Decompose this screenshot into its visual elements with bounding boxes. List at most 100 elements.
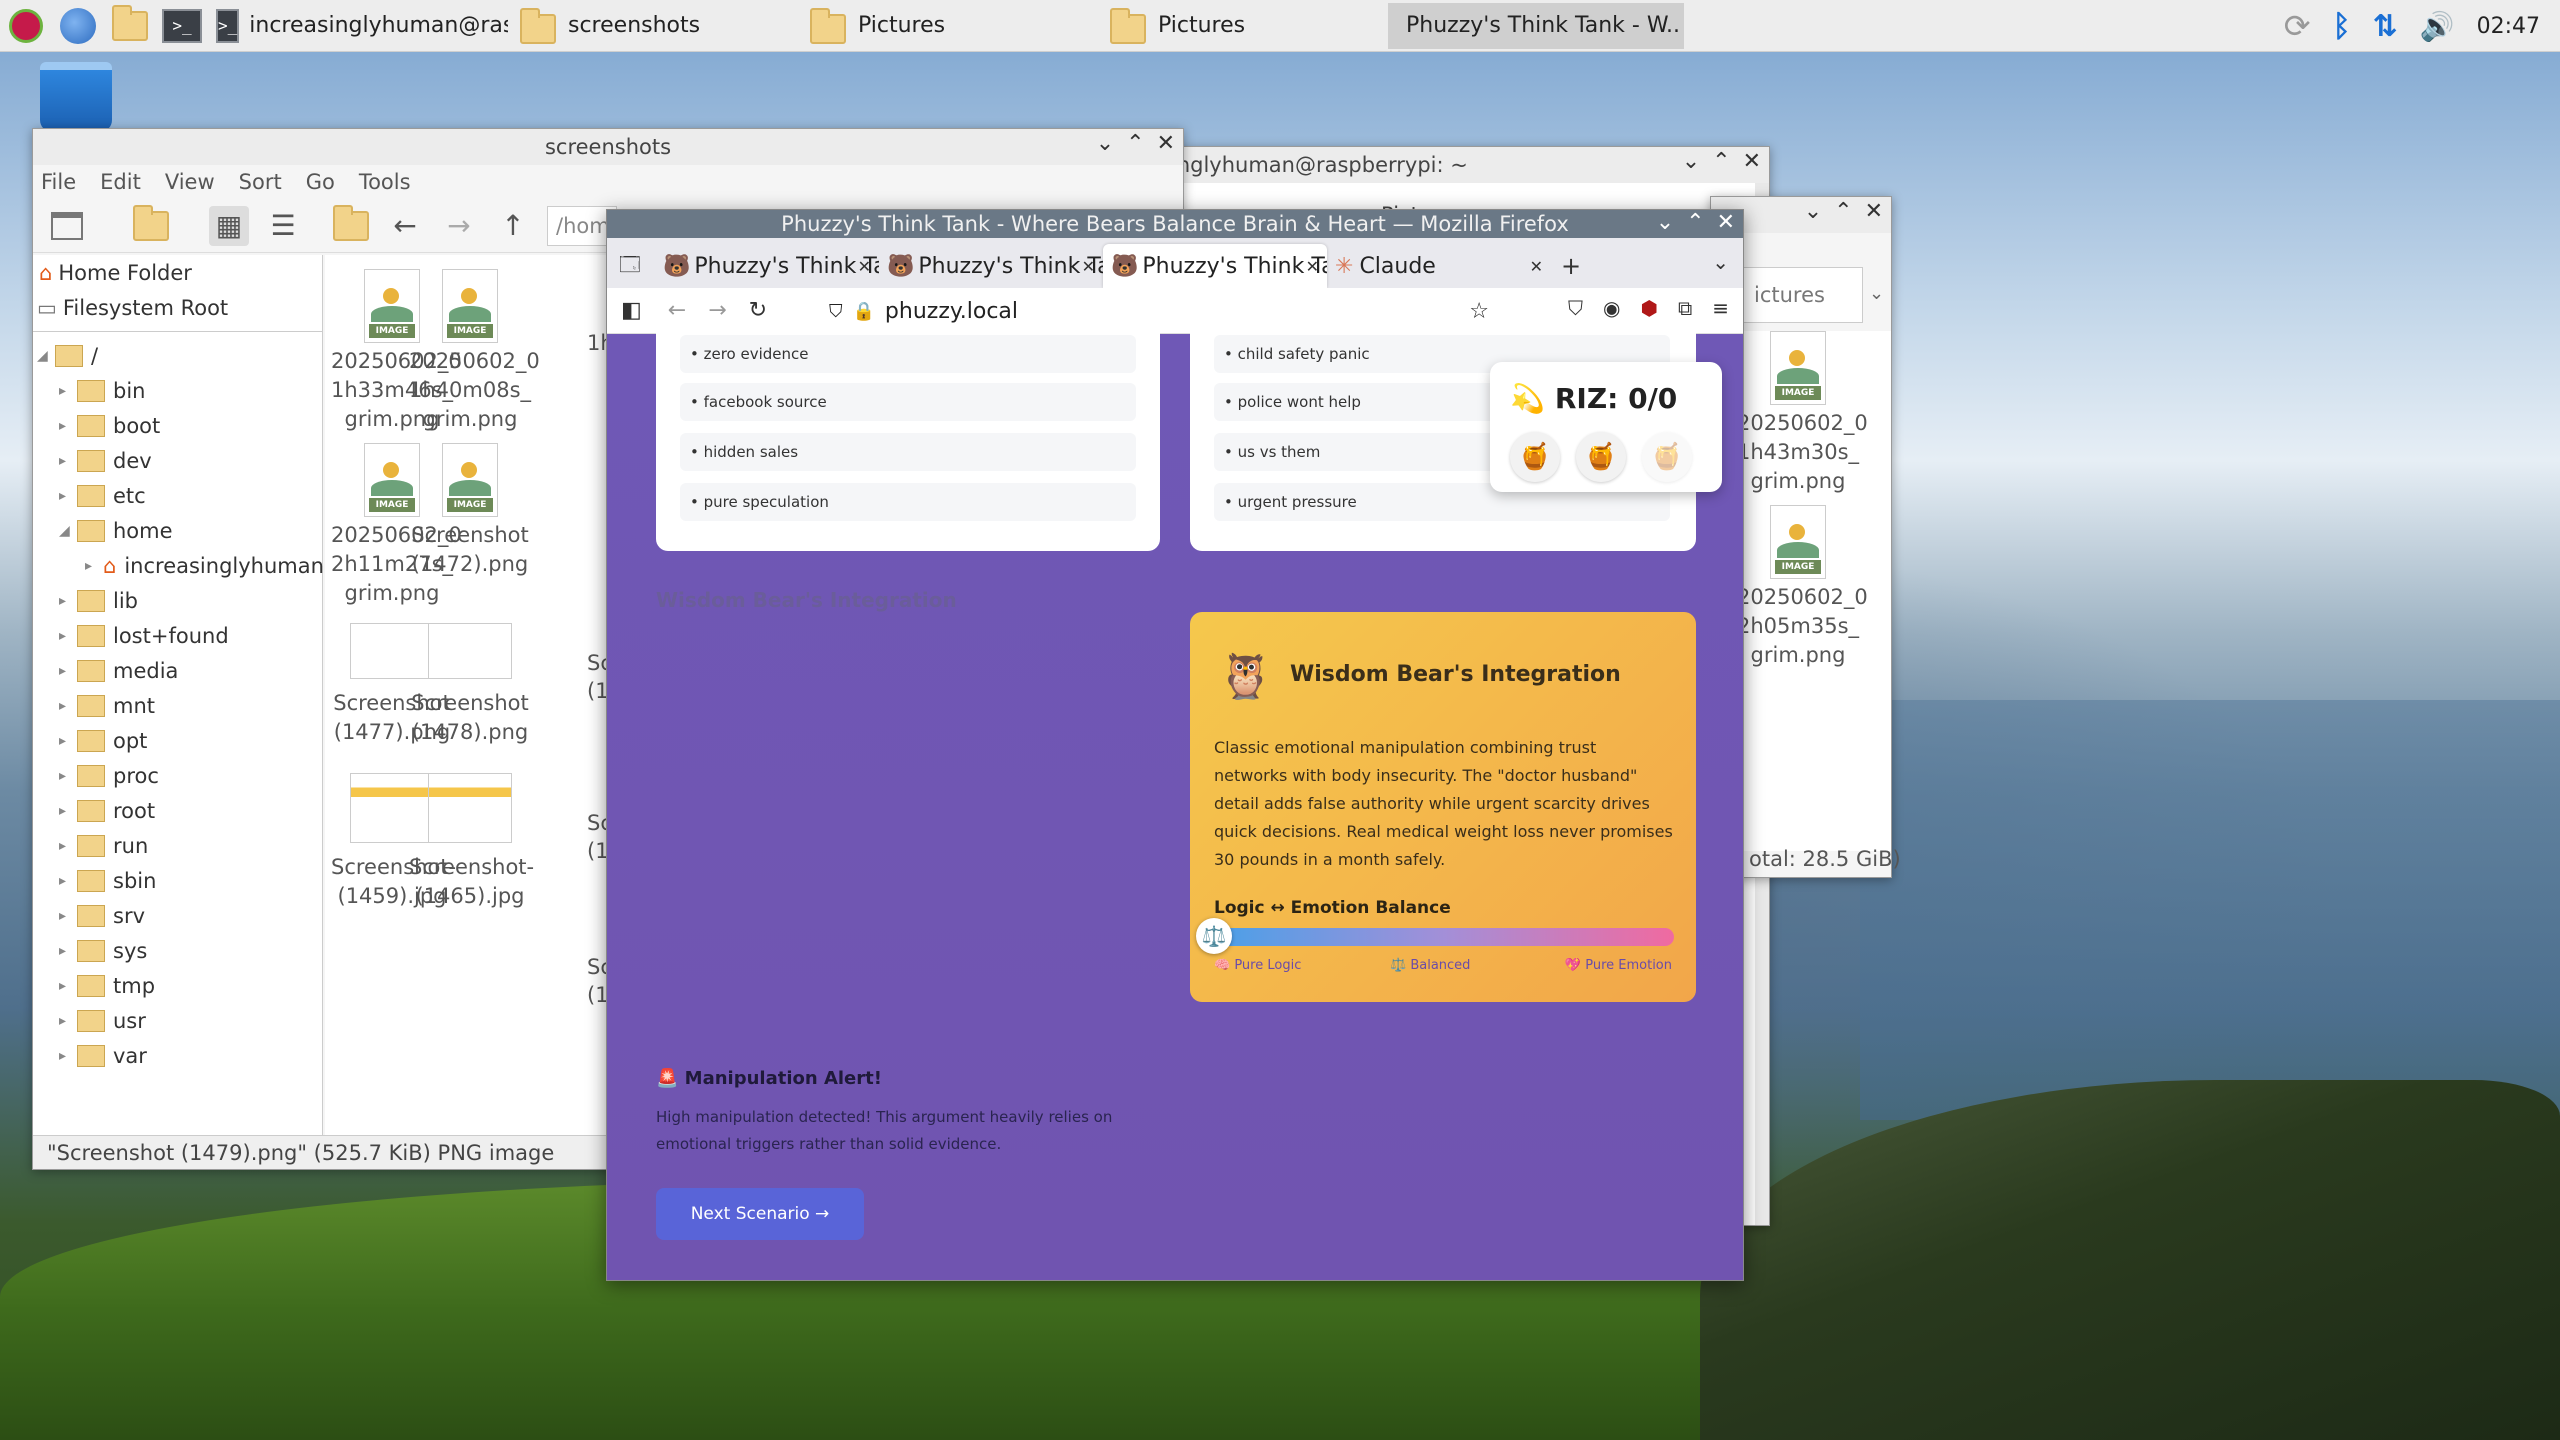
expand-arrow-icon[interactable]: ◢ xyxy=(59,523,77,539)
tree-item-tmp[interactable]: ▸ tmp xyxy=(33,968,322,1003)
close-icon[interactable]: ✕ xyxy=(1865,199,1883,224)
home-icon[interactable] xyxy=(331,204,371,246)
expand-arrow-icon[interactable]: ▸ xyxy=(59,803,77,819)
maximize-icon[interactable]: ⌃ xyxy=(1834,199,1852,224)
trash-icon[interactable] xyxy=(40,62,112,132)
menu-edit[interactable]: Edit xyxy=(100,170,141,194)
minimize-icon[interactable]: ⌄ xyxy=(1682,149,1700,174)
expand-arrow-icon[interactable]: ▸ xyxy=(59,488,77,504)
taskbar-pictures-button[interactable]: Pictures xyxy=(798,3,1098,49)
ublock-icon[interactable]: ⬢ xyxy=(1640,296,1657,320)
tree-item-sbin[interactable]: ▸ sbin xyxy=(33,863,322,898)
menu-sort[interactable]: Sort xyxy=(239,170,282,194)
raspberry-menu-icon[interactable] xyxy=(6,6,46,46)
expand-arrow-icon[interactable]: ▸ xyxy=(59,733,77,749)
chevron-down-icon[interactable]: ⌄ xyxy=(1869,283,1884,304)
close-tab-icon[interactable]: ✕ xyxy=(1530,257,1543,276)
tree-item-lost-found[interactable]: ▸ lost+found xyxy=(33,618,322,653)
expand-arrow-icon[interactable]: ▸ xyxy=(59,978,77,994)
taskbar-terminal-button[interactable]: >_ increasinglyhuman@ras.. xyxy=(208,3,508,49)
close-icon[interactable]: ✕ xyxy=(1743,149,1761,174)
expand-arrow-icon[interactable]: ▸ xyxy=(59,418,77,434)
taskbar-pictures-button-2[interactable]: Pictures xyxy=(1098,3,1388,49)
tree-item-lib[interactable]: ▸ lib xyxy=(33,583,322,618)
list-view-icon[interactable]: ☰ xyxy=(263,206,303,246)
chevron-down-icon[interactable]: ⌄ xyxy=(1712,250,1729,274)
minimize-icon[interactable]: ⌄ xyxy=(1804,199,1822,224)
balance-slider-handle[interactable]: ⚖️ xyxy=(1196,918,1232,954)
tree-item-bin[interactable]: ▸ bin xyxy=(33,373,322,408)
tree-root[interactable]: ◢ / xyxy=(33,338,322,373)
expand-arrow-icon[interactable]: ▸ xyxy=(59,873,77,889)
next-scenario-button[interactable]: Next Scenario → xyxy=(656,1188,864,1240)
expand-arrow-icon[interactable]: ▸ xyxy=(59,838,77,854)
menu-file[interactable]: File xyxy=(41,170,76,194)
bluetooth-icon[interactable]: ᛒ xyxy=(2333,9,2351,44)
tree-item-var[interactable]: ▸ var xyxy=(33,1038,322,1073)
expand-arrow-icon[interactable]: ◢ xyxy=(37,348,55,364)
close-icon[interactable]: ✕ xyxy=(1157,131,1175,156)
maximize-icon[interactable]: ⌃ xyxy=(1712,149,1730,174)
expand-arrow-icon[interactable]: ▸ xyxy=(59,768,77,784)
expand-arrow-icon[interactable]: ▸ xyxy=(85,558,103,574)
up-arrow-icon[interactable]: ↑ xyxy=(493,206,533,246)
account-icon[interactable]: ◉ xyxy=(1603,296,1620,320)
menu-icon[interactable]: ≡ xyxy=(1712,296,1729,320)
bookmark-star-icon[interactable]: ☆ xyxy=(1469,299,1489,324)
close-tab-icon[interactable]: ✕ xyxy=(1306,257,1319,276)
taskbar-firefox-button[interactable]: Phuzzy's Think Tank - W.. xyxy=(1388,2,1684,49)
tree-item-media[interactable]: ▸ media xyxy=(33,653,322,688)
tree-item-dev[interactable]: ▸ dev xyxy=(33,443,322,478)
menu-tools[interactable]: Tools xyxy=(359,170,411,194)
forward-arrow-icon[interactable]: → xyxy=(439,206,479,246)
maximize-icon[interactable]: ⌃ xyxy=(1686,210,1704,235)
extensions-icon[interactable]: ⧉ xyxy=(1678,296,1692,320)
place-filesystem-root[interactable]: ▭ Filesystem Root xyxy=(33,290,322,325)
expand-arrow-icon[interactable]: ▸ xyxy=(59,593,77,609)
taskbar-screenshots-button[interactable]: screenshots xyxy=(508,3,798,49)
expand-arrow-icon[interactable]: ▸ xyxy=(59,453,77,469)
file-item[interactable]: IMAGE 20250602_0 1h43m30s_ grim.png xyxy=(1737,331,1868,496)
expand-arrow-icon[interactable]: ▸ xyxy=(59,1013,77,1029)
clock[interactable]: 02:47 xyxy=(2477,14,2540,39)
place-home-folder[interactable]: ⌂ Home Folder xyxy=(33,255,322,290)
tab-phuzzy-1[interactable]: 🐻 Phuzzy's Think Ta ✕ xyxy=(655,244,879,288)
new-folder-icon[interactable] xyxy=(131,204,171,246)
menu-go[interactable]: Go xyxy=(306,170,335,194)
sync-icon[interactable]: ⟳ xyxy=(2284,7,2311,45)
icon-view-icon[interactable]: ▦ xyxy=(209,205,249,246)
tab-phuzzy-3[interactable]: 🐻 Phuzzy's Think Ta ✕ xyxy=(1103,244,1327,288)
tree-item-srv[interactable]: ▸ srv xyxy=(33,898,322,933)
volume-icon[interactable]: 🔊 xyxy=(2420,10,2455,43)
tab-list-icon[interactable]: 🗔 xyxy=(619,250,641,284)
close-tab-icon[interactable]: ✕ xyxy=(858,257,871,276)
file-item[interactable]: IMAGE 20250602_0 2h05m35s_ grim.png xyxy=(1737,505,1868,670)
minimize-icon[interactable]: ⌄ xyxy=(1096,131,1114,156)
back-arrow-icon[interactable]: ← xyxy=(385,206,425,246)
file-item[interactable]: Screenshot- (1465).jpg xyxy=(409,767,534,911)
file-item[interactable]: IMAGE Screenshot (1472).png xyxy=(409,443,531,579)
expand-arrow-icon[interactable]: ▸ xyxy=(59,628,77,644)
close-tab-icon[interactable]: ✕ xyxy=(1082,257,1095,276)
tree-item-opt[interactable]: ▸ opt xyxy=(33,723,322,758)
tree-item-home[interactable]: ◢ home xyxy=(33,513,322,548)
expand-arrow-icon[interactable]: ▸ xyxy=(59,1048,77,1064)
tree-item-proc[interactable]: ▸ proc xyxy=(33,758,322,793)
tree-item-root[interactable]: ▸ root xyxy=(33,793,322,828)
tree-item-increasinglyhuman[interactable]: ▸ ⌂ increasinglyhuman xyxy=(33,548,324,583)
file-item[interactable]: IMAGE 20250602_0 1h40m08s_ grim.png xyxy=(409,269,540,434)
tab-phuzzy-2[interactable]: 🐻 Phuzzy's Think Ta ✕ xyxy=(879,244,1103,288)
expand-arrow-icon[interactable]: ▸ xyxy=(59,383,77,399)
new-tab-icon[interactable]: + xyxy=(1551,244,1591,288)
file-manager-icon[interactable] xyxy=(110,4,150,46)
tree-item-boot[interactable]: ▸ boot xyxy=(33,408,322,443)
sidebar-toggle-icon[interactable] xyxy=(47,206,87,246)
expand-arrow-icon[interactable]: ▸ xyxy=(59,663,77,679)
url-bar[interactable]: ⛉ 🔒 phuzzy.local ☆ xyxy=(829,294,1489,328)
terminal-launcher-icon[interactable]: >_ xyxy=(162,6,202,46)
tree-item-etc[interactable]: ▸ etc xyxy=(33,478,322,513)
minimize-icon[interactable]: ⌄ xyxy=(1656,210,1674,235)
expand-arrow-icon[interactable]: ▸ xyxy=(59,698,77,714)
reload-icon[interactable]: ↻ xyxy=(749,298,767,323)
expand-arrow-icon[interactable]: ▸ xyxy=(59,943,77,959)
